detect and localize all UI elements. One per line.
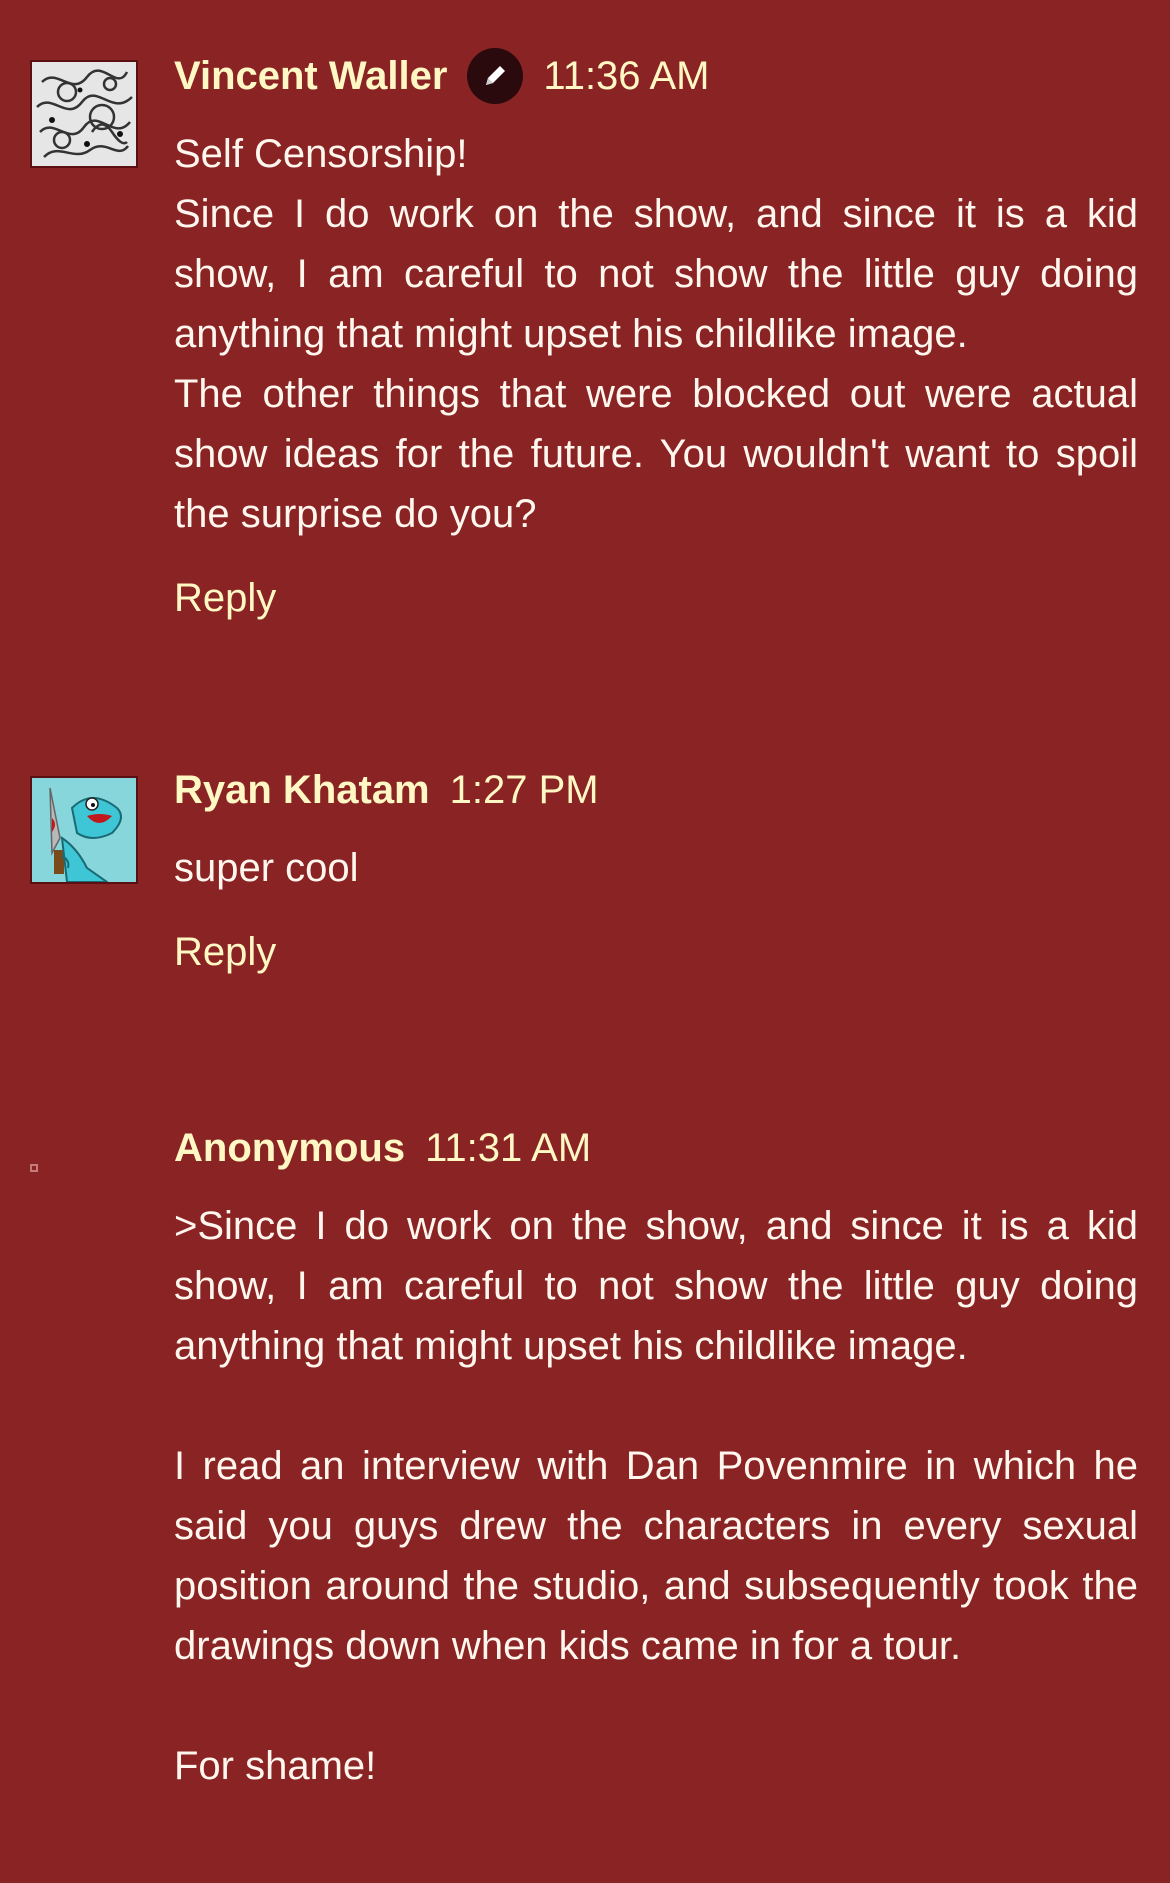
- avatar-image-icon: [32, 62, 136, 166]
- comment-paragraph: I read an interview with Dan Povenmire i…: [174, 1444, 1138, 1668]
- comment-author[interactable]: Vincent Waller: [174, 54, 447, 99]
- comment-paragraph: For shame!: [174, 1744, 377, 1788]
- avatar-placeholder-icon: [30, 1164, 38, 1172]
- comment-paragraph: >Since I do work on the show, and since …: [174, 1204, 1138, 1368]
- comment-timestamp[interactable]: 1:27 PM: [450, 768, 599, 813]
- comment-content: >Since I do work on the show, and since …: [174, 1196, 1138, 1796]
- comments-list: Vincent Waller 11:36 AM Self Censorship!…: [0, 0, 1170, 1883]
- avatar[interactable]: [30, 60, 138, 168]
- avatar[interactable]: [30, 776, 138, 884]
- comment-paragraph: The other things that were blocked out w…: [174, 372, 1138, 536]
- comment-paragraph: Self Censorship!: [174, 132, 468, 176]
- comment-content: super cool: [174, 838, 1138, 898]
- comment-author: Anonymous: [174, 1125, 406, 1170]
- comment-body: Ryan Khatam 1:27 PM super cool Reply: [174, 762, 1138, 982]
- comment-paragraph: super cool: [174, 846, 359, 890]
- comment-timestamp[interactable]: 11:31 AM: [425, 1126, 591, 1171]
- comment-header: Ryan Khatam 1:27 PM: [174, 762, 1138, 818]
- pencil-icon: [467, 48, 524, 104]
- reply-button[interactable]: Reply: [174, 922, 1138, 982]
- comment-header: Vincent Waller 11:36 AM: [174, 48, 1138, 104]
- comment-paragraph: Since I do work on the show, and since i…: [174, 192, 1138, 356]
- comment-author[interactable]: Ryan Khatam: [174, 768, 430, 813]
- reply-button[interactable]: Reply: [174, 568, 1138, 628]
- comment-body: Vincent Waller 11:36 AM Self Censorship!…: [174, 48, 1138, 628]
- comment-header: Anonymous 11:31 AM: [174, 1120, 1138, 1176]
- comment-content: Self Censorship! Since I do work on the …: [174, 124, 1138, 544]
- avatar-image-icon: [32, 778, 136, 882]
- comment-timestamp[interactable]: 11:36 AM: [543, 54, 709, 99]
- comment-body: Anonymous 11:31 AM >Since I do work on t…: [174, 1120, 1138, 1796]
